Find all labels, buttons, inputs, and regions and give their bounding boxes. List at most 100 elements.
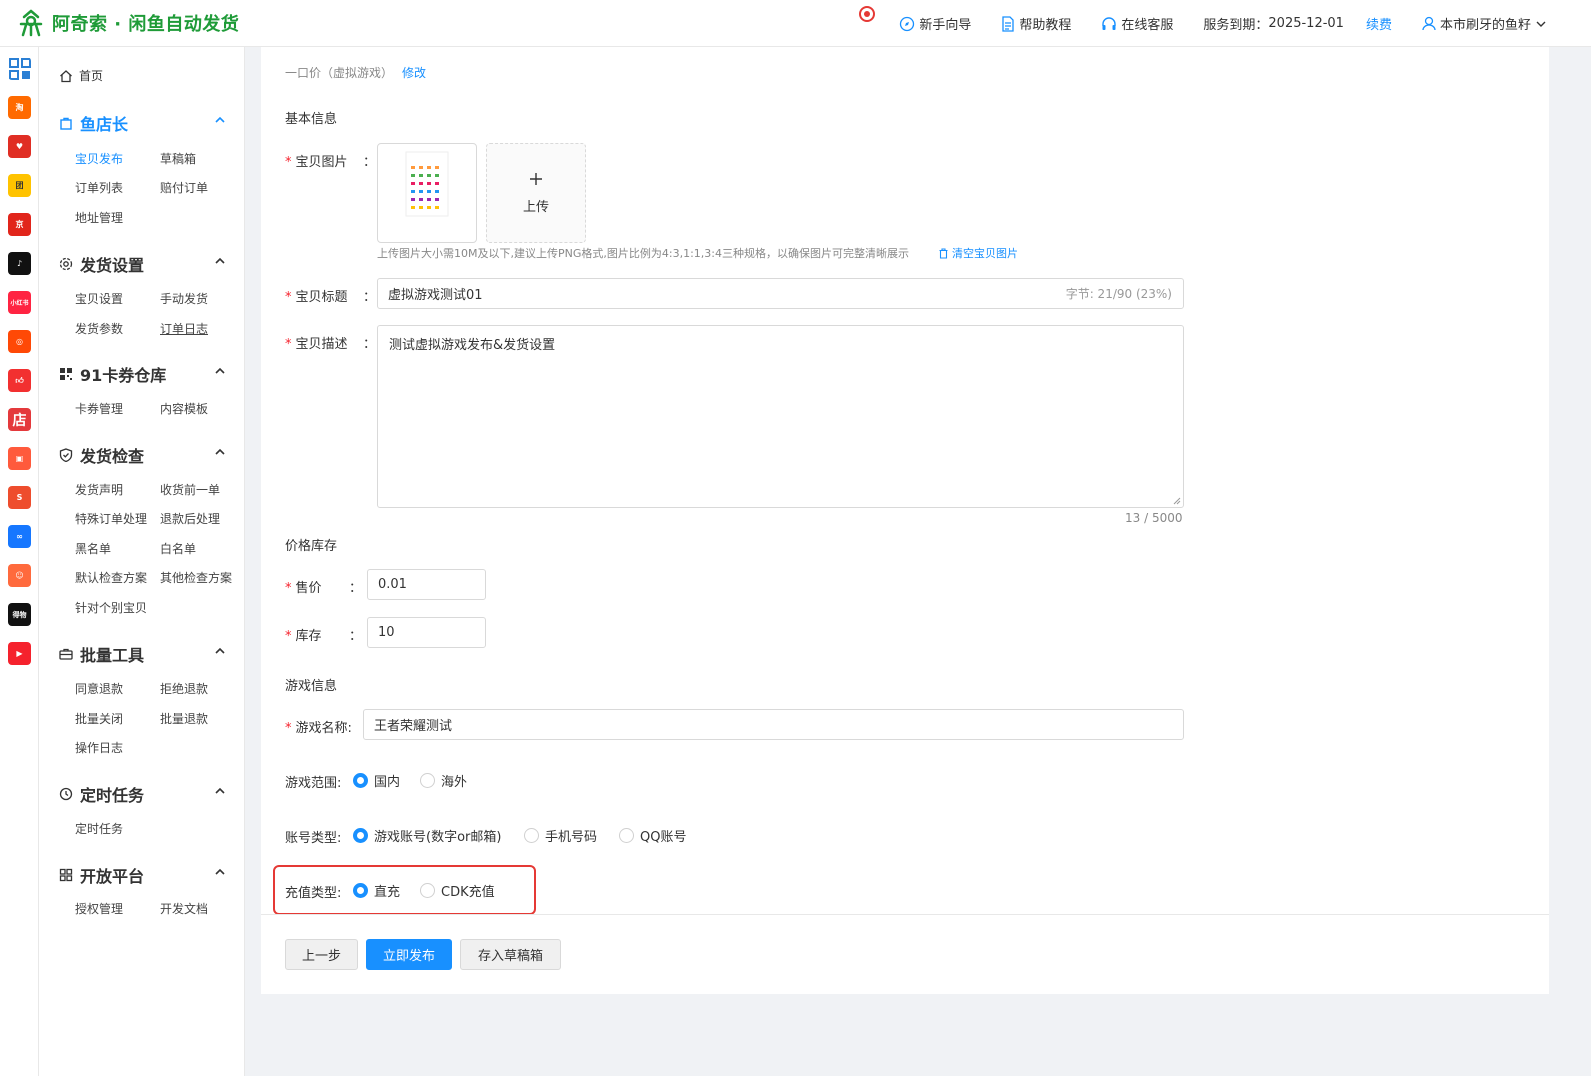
nav-item-card-management[interactable]: 卡券管理 [75,400,123,417]
modify-link[interactable]: 修改 [402,64,426,81]
nav-home[interactable]: 首页 [59,67,103,84]
desc-value: 测试虚拟游戏发布&发货设置 [389,338,556,353]
nav-item-delivery-params[interactable]: 发货参数 [75,320,123,337]
logo-icon [19,9,43,37]
app-logo[interactable]: 阿奇索 · 闲鱼自动发货 [16,8,239,38]
group-title: 批量工具 [80,646,145,665]
nav-item-scheduled-task[interactable]: 定时任务 [75,820,123,837]
group-scheduled-tasks[interactable]: 定时任务 [59,782,225,806]
nav-item-address[interactable]: 地址管理 [75,209,123,226]
account-radio-phone[interactable]: 手机号码 [524,826,597,845]
clear-images-link[interactable]: 清空宝贝图片 [938,245,1018,261]
pinduoduo-icon[interactable]: ♥ [8,135,31,158]
desc-textarea[interactable]: 测试虚拟游戏发布&发货设置 [377,325,1184,508]
account-radio-game[interactable]: 游戏账号(数字or邮箱) [353,826,501,845]
dian-icon[interactable]: 店 [8,408,31,431]
nav-item-publish[interactable]: 宝贝发布 [75,150,123,167]
nav-item-pre-receipt[interactable]: 收货前一单 [160,481,220,498]
chevron-up-icon [215,116,225,123]
top-header: 阿奇索 · 闲鱼自动发货 新手向导 帮助教程 在线客服 服务到期： 2025-1… [0,0,1591,47]
range-radio-overseas[interactable]: 海外 [420,771,467,790]
recharge-radio-cdk[interactable]: CDK充值 [420,881,495,900]
nav-item-default-plan[interactable]: 默认检查方案 [75,569,147,586]
game-name-label: * 游戏名称: [285,721,352,736]
upload-button[interactable]: 上传 [486,143,586,243]
renew-link[interactable]: 续费 [1366,14,1392,33]
title-label: * 宝贝标题 [285,290,348,305]
group-title: 91卡券仓库 [80,366,167,385]
range-label: 游戏范围: [285,776,342,791]
nav-item-content-template[interactable]: 内容模板 [160,400,208,417]
nav-item-agree-refund[interactable]: 同意退款 [75,680,123,697]
shop-bag-icon[interactable]: ▣ [8,447,31,470]
desc-colon: ： [363,337,377,352]
user-menu[interactable]: 本市刷牙的鱼籽 [1422,14,1551,33]
section-price-stock: 价格库存 [285,539,338,554]
nav-item-batch-close[interactable]: 批量关闭 [75,710,123,727]
game-name-input[interactable]: 王者荣耀测试 [363,709,1184,740]
face-icon[interactable]: ☺ [8,564,31,587]
nav-item-special-orders[interactable]: 特殊订单处理 [75,510,147,527]
title-input[interactable]: 虚拟游戏测试01 字节: 21/90 (23%) [377,278,1184,309]
nav-item-specific-items[interactable]: 针对个别宝贝 [75,599,147,616]
service-expire: 服务到期： 2025-12-01 [1203,14,1344,33]
nav-item-dev-docs[interactable]: 开发文档 [160,900,208,917]
nav-item-after-refund[interactable]: 退款后处理 [160,510,220,527]
nav-item-item-settings[interactable]: 宝贝设置 [75,290,123,307]
title-count: 字节: 21/90 (23%) [1065,287,1172,301]
nav-item-order-log[interactable]: 订单日志 [160,320,208,337]
nav-item-orders[interactable]: 订单列表 [75,179,123,196]
price-input[interactable]: 0.01 [367,569,486,600]
publish-button[interactable]: 立即发布 [366,939,452,970]
service-link[interactable]: 在线客服 [1101,14,1173,33]
prev-step-button[interactable]: 上一步 [285,939,358,970]
kuaishou-icon[interactable]: ◎ [8,330,31,353]
guide-link[interactable]: 新手向导 [899,14,971,33]
dewu-icon[interactable]: 得物 [8,603,31,626]
grid-icon[interactable] [8,57,31,80]
nav-item-batch-refund[interactable]: 批量退款 [160,710,208,727]
shopee-icon[interactable]: S [8,486,31,509]
range-radio-domestic[interactable]: 国内 [353,771,400,790]
like-icon[interactable]: 👍︎ [8,369,31,392]
section-game-info: 游戏信息 [285,679,338,694]
trash-icon [939,247,948,259]
resize-handle-icon[interactable] [1173,497,1181,505]
stock-input[interactable]: 10 [367,617,486,648]
nav-item-other-plan[interactable]: 其他检查方案 [160,569,232,586]
group-fish-store[interactable]: 鱼店长 [59,111,225,135]
platform-rail: 淘 ♥ 团 京 ♪ 小红书 ◎ 👍︎ 店 ▣ S ∞ ☺ 得物 ▶ [0,47,39,1076]
video-icon[interactable]: ▶ [8,642,31,665]
meituan-icon[interactable]: 团 [8,174,31,197]
help-link[interactable]: 帮助教程 [1001,14,1071,33]
save-draft-button[interactable]: 存入草稿箱 [460,939,561,970]
group-delivery-check[interactable]: 发货检查 [59,443,225,467]
nav-item-compensation[interactable]: 赔付订单 [160,179,208,196]
item-image-thumbnail[interactable] [377,143,477,243]
nav-item-delivery-statement[interactable]: 发货声明 [75,481,123,498]
price-label: * 售价 [285,581,322,596]
group-open-platform[interactable]: 开放平台 [59,863,225,887]
xiaohongshu-icon[interactable]: 小红书 [8,291,31,314]
nav-item-manual-delivery[interactable]: 手动发货 [160,290,208,307]
taobao-icon[interactable]: 淘 [8,96,31,119]
nav-item-drafts[interactable]: 草稿箱 [160,150,196,167]
group-batch-tools[interactable]: 批量工具 [59,642,225,666]
nav-item-auth-management[interactable]: 授权管理 [75,900,123,917]
account-radio-qq[interactable]: QQ账号 [619,826,686,845]
desc-label: * 宝贝描述 [285,337,348,352]
group-delivery-settings[interactable]: 发货设置 [59,252,225,276]
group-card-warehouse[interactable]: 91卡券仓库 [59,362,225,386]
bag-icon [60,117,72,130]
account-label: 账号类型: [285,831,342,846]
nav-item-operation-log[interactable]: 操作日志 [75,739,123,756]
nav-item-reject-refund[interactable]: 拒绝退款 [160,680,208,697]
title-colon: ： [363,290,377,305]
nav-item-whitelist[interactable]: 白名单 [160,540,196,557]
recharge-label: 充值类型: [285,886,342,901]
link-icon[interactable]: ∞ [8,525,31,548]
jingdong-icon[interactable]: 京 [8,213,31,236]
recharge-radio-direct[interactable]: 直充 [353,881,400,900]
douyin-icon[interactable]: ♪ [8,252,31,275]
nav-item-blacklist[interactable]: 黑名单 [75,540,111,557]
